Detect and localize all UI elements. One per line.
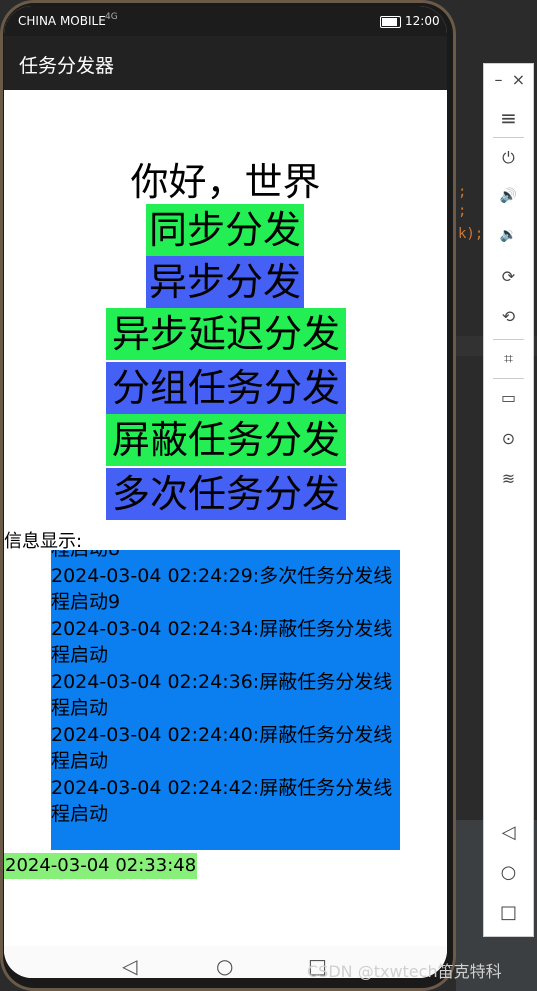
log-line: 2024-03-04 02:24:40:屏蔽任务分发线: [51, 723, 393, 746]
rotate-icon[interactable]: ⟳: [484, 267, 533, 286]
watermark: CSDN @txwtech笛克特科: [307, 962, 502, 981]
log-line: 程启动: [51, 803, 109, 825]
emulator-toolbar: – × ≡ ⏻ 🔊 🔉 ⟳ ⟲ ⌗ ▭ ⊙ ≋ ◁ ○ □: [483, 63, 534, 937]
crop-icon[interactable]: ⌗: [484, 349, 533, 369]
home-icon[interactable]: ○: [484, 862, 533, 883]
battery-icon[interactable]: ▭: [484, 388, 533, 407]
app-title: 任务分发器: [19, 55, 115, 77]
phone-frame: CHINA MOBILE 4G 12:00 任务分发器 你好，世界 同步分发 异…: [0, 0, 456, 991]
sync-dispatch-button[interactable]: 同步分发: [146, 204, 304, 256]
rotate-back-icon[interactable]: ⟲: [484, 307, 533, 326]
log-lines: 程启动8 2024-03-04 02:24:29:多次任务分发线 程启动9 20…: [51, 550, 400, 828]
carrier-label: CHINA MOBILE: [18, 14, 106, 28]
volume-up-icon[interactable]: 🔊: [484, 188, 533, 204]
log-line: 2024-03-04 02:24:36:屏蔽任务分发线: [51, 670, 393, 693]
toolbar-divider: [493, 339, 524, 340]
log-line: 程启动9: [51, 591, 121, 613]
group-dispatch-button[interactable]: 分组任务分发: [106, 362, 346, 414]
phone-screen: CHINA MOBILE 4G 12:00 任务分发器 你好，世界 同步分发 异…: [4, 6, 447, 978]
log-line: 程启动: [51, 644, 109, 666]
toolbar-divider: [493, 137, 524, 138]
app-bar: 任务分发器: [4, 36, 447, 90]
log-line: 程启动: [51, 697, 109, 719]
location-icon[interactable]: ⊙: [484, 429, 533, 448]
log-line: 2024-03-04 02:24:29:多次任务分发线: [51, 564, 393, 587]
signal-icon: 4G: [105, 12, 118, 22]
back-icon[interactable]: ◁: [484, 822, 533, 843]
home-icon[interactable]: ○: [216, 954, 233, 978]
close-icon[interactable]: ×: [494, 70, 537, 89]
status-clock: 12:00: [405, 14, 440, 28]
async-dispatch-button[interactable]: 异步分发: [146, 256, 304, 308]
ide-code-line: ;: [458, 203, 467, 219]
log-output[interactable]: 程启动8 2024-03-04 02:24:29:多次任务分发线 程启动9 20…: [51, 550, 400, 850]
greeting-text: 你好，世界: [130, 160, 321, 204]
power-icon[interactable]: ⏻: [484, 148, 533, 168]
log-line: 2024-03-04 02:24:42:屏蔽任务分发线: [51, 776, 393, 799]
current-time: 2024-03-04 02:33:48: [4, 853, 198, 879]
log-line: 程启动8: [51, 550, 400, 563]
ide-code-line: ;: [458, 184, 467, 200]
battery-icon: [380, 16, 401, 28]
log-line: 2024-03-04 02:24:34:屏蔽任务分发线: [51, 617, 393, 640]
barrier-dispatch-button[interactable]: 屏蔽任务分发: [106, 414, 346, 466]
wifi-icon[interactable]: ≋: [484, 469, 533, 488]
volume-down-icon[interactable]: 🔉: [484, 227, 533, 243]
ide-code-line: k);: [458, 226, 484, 242]
toolbar-divider: [493, 378, 524, 379]
back-icon[interactable]: ◁: [122, 954, 137, 978]
recents-icon[interactable]: □: [484, 902, 533, 923]
log-line: 程启动: [51, 750, 109, 772]
async-delay-dispatch-button[interactable]: 异步延迟分发: [106, 308, 346, 360]
menu-icon[interactable]: ≡: [484, 106, 533, 130]
status-bar: CHINA MOBILE 4G 12:00: [4, 6, 447, 36]
multi-dispatch-button[interactable]: 多次任务分发: [106, 468, 346, 520]
